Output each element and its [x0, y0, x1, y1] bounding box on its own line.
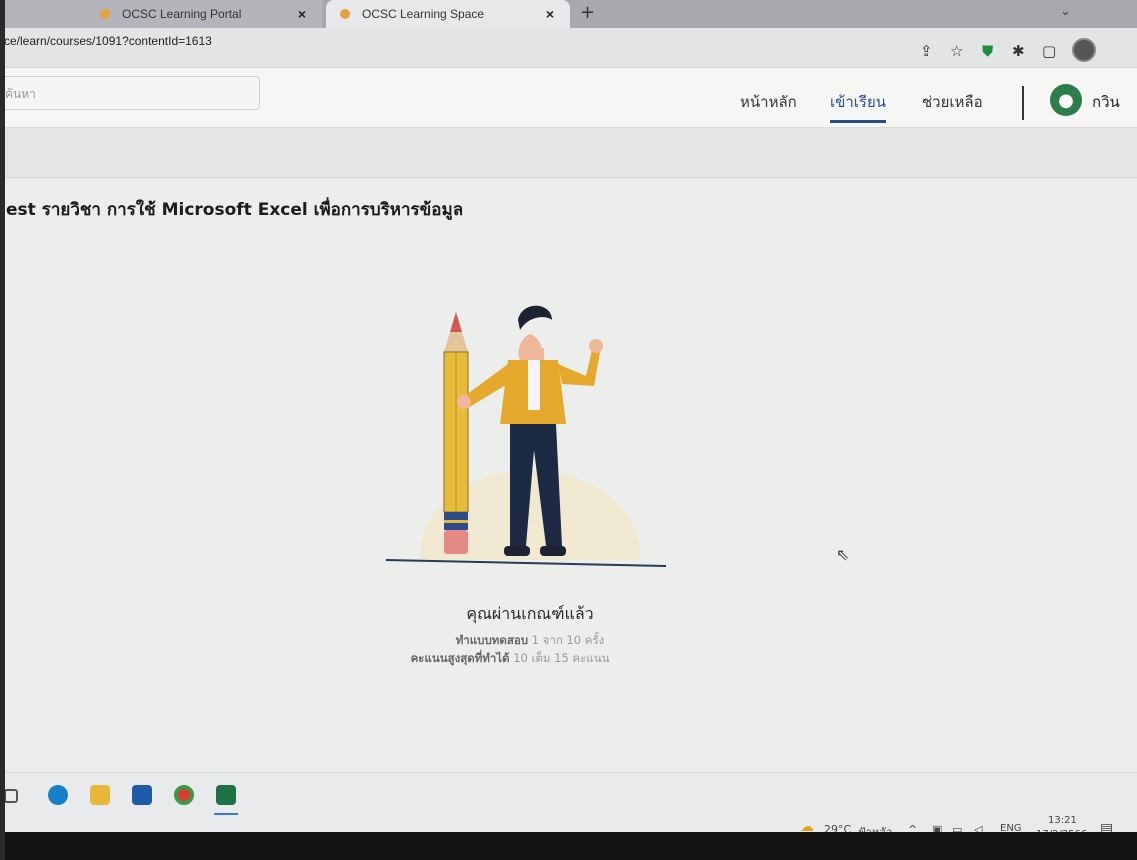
active-tab-indicator — [830, 120, 886, 123]
chrome-icon[interactable] — [174, 785, 194, 805]
browser-toolbar: ce/learn/courses/1091?contentId=1613 ⇪ ☆… — [0, 28, 1137, 68]
content-band — [0, 128, 1137, 178]
favicon-icon — [340, 9, 350, 19]
new-tab-button[interactable]: + — [580, 2, 595, 23]
sidepanel-icon[interactable]: ▢ — [1042, 42, 1056, 60]
edge-icon[interactable] — [48, 785, 68, 805]
taskbar: ☁ 29°C ฟ้าหลัว ^ ▣ ▭ ◁ ENG 13:21 17/2/25… — [0, 772, 1137, 840]
tab-strip: OCSC Learning Portal × OCSC Learning Spa… — [0, 0, 1137, 28]
nav-learn[interactable]: เข้าเรียน — [830, 90, 886, 114]
profile-avatar[interactable] — [1072, 38, 1096, 62]
tab-label: OCSC Learning Portal — [122, 7, 242, 21]
nav-home[interactable]: หน้าหลัก — [740, 90, 797, 114]
file-explorer-icon[interactable] — [90, 785, 110, 805]
result-heading: คุณผ่านเกณฑ์แล้ว — [466, 604, 594, 623]
clock-time[interactable]: 13:21 — [1048, 815, 1077, 826]
monitor-bezel — [0, 832, 1137, 860]
user-icon[interactable]: ● — [1050, 84, 1082, 116]
tab-label: OCSC Learning Space — [362, 7, 485, 21]
app-header: ค้นหา หน้าหลัก เข้าเรียน ช่วยเหลือ ● กวิ… — [0, 68, 1137, 128]
monitor-edge — [0, 0, 5, 860]
pencil — [443, 312, 469, 554]
attempts-line: ทำแบบทดสอบ 1 จาก 10 ครั้ง — [0, 632, 1060, 650]
score-label: คะแนนสูงสุดที่ทำได้ — [410, 651, 510, 665]
address-bar[interactable]: ce/learn/courses/1091?contentId=1613 — [4, 34, 212, 48]
tab-ocsc-portal[interactable]: OCSC Learning Portal × — [0, 0, 322, 28]
page-title: est รายวิชา การใช้ Microsoft Excel เพื่อ… — [6, 200, 464, 220]
score-value: 10 เต็ม 15 คะแนน — [513, 651, 610, 665]
mail-icon[interactable] — [132, 785, 152, 805]
close-icon[interactable]: × — [546, 6, 554, 22]
nav-divider — [1022, 86, 1024, 120]
search-input[interactable]: ค้นหา — [0, 76, 260, 110]
chevron-down-icon[interactable]: ⌄ — [1060, 4, 1071, 19]
mouse-cursor-icon: ⇖ — [836, 545, 850, 564]
attempts-label: ทำแบบทดสอบ — [455, 633, 529, 647]
nav-help[interactable]: ช่วยเหลือ — [922, 90, 983, 114]
pencil-person-illustration — [380, 305, 680, 580]
close-icon[interactable]: × — [298, 6, 306, 22]
share-icon[interactable]: ⇪ — [920, 42, 933, 60]
screen: OCSC Learning Portal × OCSC Learning Spa… — [0, 0, 1137, 860]
tab-ocsc-learning-space[interactable]: OCSC Learning Space × — [326, 0, 570, 28]
star-icon[interactable]: ☆ — [950, 42, 963, 60]
task-view-icon[interactable] — [4, 789, 18, 803]
score-line: คะแนนสูงสุดที่ทำได้ 10 เต็ม 15 คะแนน — [0, 650, 1040, 668]
puzzle-icon[interactable]: ✱ — [1012, 42, 1025, 60]
favicon-icon — [100, 9, 110, 19]
shield-icon[interactable]: ⛊ — [982, 42, 993, 60]
running-app-indicator — [214, 813, 238, 815]
excel-icon[interactable] — [216, 785, 236, 805]
user-name[interactable]: กวิน — [1092, 90, 1120, 114]
attempts-value: 1 จาก 10 ครั้ง — [531, 633, 605, 647]
